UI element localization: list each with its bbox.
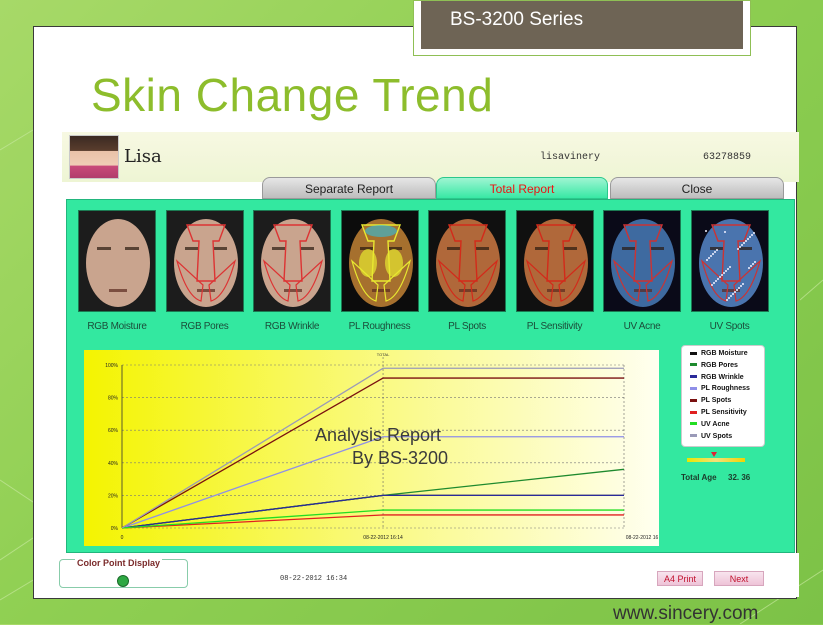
slide-title: Skin Change Trend — [91, 69, 494, 121]
thumbnail-label: PL Spots — [448, 321, 486, 332]
thumbnail-rgb-pores[interactable] — [165, 210, 244, 312]
y-tick-label: 60% — [108, 428, 119, 434]
thumbnail-label: RGB Pores — [180, 321, 229, 332]
overlay-subtitle: By BS-3200 — [352, 448, 449, 468]
legend-swatch — [690, 410, 697, 414]
x-tick-label: 08-22-2012 16:14 — [363, 535, 403, 541]
y-tick-label: 20% — [108, 493, 119, 499]
y-tick-label: 100% — [105, 363, 118, 369]
series-label: BS-3200 Series — [421, 1, 743, 49]
legend-swatch — [690, 375, 697, 379]
legend-label: PL Roughness — [701, 385, 750, 393]
legend-swatch — [690, 398, 697, 402]
legend-item: UV Spots — [690, 433, 732, 445]
total-age-label: Total Age — [681, 473, 717, 482]
user-id: 63278859 — [703, 152, 752, 163]
legend-swatch — [690, 422, 697, 426]
legend-item: PL Roughness — [690, 385, 750, 397]
face-image — [604, 211, 680, 311]
chart-legend: RGB Moisture RGB Pores RGB Wrinkle PL Rough… — [681, 345, 765, 447]
tab-close[interactable]: Close — [610, 177, 784, 199]
top-label: TOTAL — [377, 352, 390, 357]
y-tick-label: 40% — [108, 461, 119, 467]
overlay-title: Analysis Report — [315, 425, 442, 445]
thumbnail-pl-sensitivity[interactable] — [515, 210, 594, 312]
x-tick-label: 08-22-2012 16 — [626, 535, 659, 541]
thumbnail-rgb-wrinkle[interactable] — [253, 210, 331, 312]
x-tick-label: 0 — [121, 535, 124, 541]
thumbnail-label: UV Spots — [709, 321, 750, 332]
user-name: Lisa — [124, 146, 162, 167]
y-tick-label: 0% — [111, 526, 119, 532]
legend-item: RGB Moisture — [690, 350, 748, 362]
face-image — [516, 211, 593, 311]
tab-separate-report[interactable]: Separate Report — [262, 177, 436, 199]
thumbnail-rgb-moisture[interactable] — [78, 210, 156, 312]
thumbnail-label: PL Sensitivity — [526, 321, 583, 332]
app-footer: Color Point Display 08-22-2012 16:34 A4 … — [59, 553, 799, 597]
thumbnail-pl-roughness[interactable] — [340, 210, 419, 312]
thumbnail-label: RGB Moisture — [87, 321, 147, 332]
legend-label: RGB Wrinkle — [701, 373, 744, 381]
total-age-value: 32. 36 — [728, 473, 751, 482]
face-image — [691, 211, 768, 311]
legend-label: UV Acne — [701, 420, 730, 428]
y-tick-label: 80% — [108, 396, 119, 402]
thumbnail-pl-spots[interactable] — [428, 210, 506, 312]
legend-swatch — [690, 351, 697, 355]
face-image — [341, 211, 418, 311]
legend-swatch — [690, 363, 697, 367]
legend-item: RGB Pores — [690, 362, 738, 374]
color-point-display-label: Color Point Display — [75, 558, 163, 568]
user-login: lisavinery — [540, 152, 601, 163]
legend-label: UV Spots — [701, 432, 733, 440]
age-slider-marker — [711, 452, 717, 457]
legend-item: RGB Wrinkle — [690, 374, 744, 386]
thumbnail-label: RGB Wrinkle — [264, 321, 320, 332]
age-slider-track — [687, 458, 745, 462]
a4-print-button[interactable]: A4 Print — [657, 571, 703, 586]
color-point-toggle[interactable] — [117, 575, 129, 587]
report-date: 08-22-2012 16:34 — [280, 575, 348, 583]
color-point-display-group: Color Point Display — [59, 558, 188, 588]
avatar — [69, 135, 119, 179]
legend-label: PL Spots — [701, 397, 732, 405]
face-image — [166, 211, 243, 311]
thumbnail-uv-spots[interactable] — [690, 210, 769, 312]
legend-item: PL Spots — [690, 397, 731, 409]
legend-swatch — [690, 434, 697, 438]
next-button[interactable]: Next — [714, 571, 764, 586]
legend-label: PL Sensitivity — [701, 409, 747, 416]
analysis-app-window: Lisa lisavinery 63278859 Separate Report… — [59, 132, 799, 597]
legend-label: RGB Moisture — [701, 350, 748, 357]
tab-total-report[interactable]: Total Report — [436, 177, 608, 199]
legend-item: UV Acne — [690, 421, 730, 433]
legend-label: RGB Pores — [701, 361, 738, 369]
series-header: BS-3200 Series — [413, 0, 751, 56]
thumbnail-label: PL Roughness — [348, 321, 411, 332]
face-image — [79, 211, 155, 311]
face-image — [429, 211, 505, 311]
thumbnail-uv-acne[interactable] — [603, 210, 681, 312]
face-image — [254, 211, 330, 311]
legend-swatch — [690, 387, 697, 391]
website-url: www.sincery.com — [613, 603, 759, 624]
total-report-panel: RGB Moisture RGB Pores RGB Wrinkle PL Rough… — [66, 199, 795, 553]
user-header: Lisa lisavinery 63278859 — [62, 132, 799, 182]
legend-item: PL Sensitivity — [690, 409, 747, 421]
thumbnail-label: UV Acne — [623, 321, 661, 332]
